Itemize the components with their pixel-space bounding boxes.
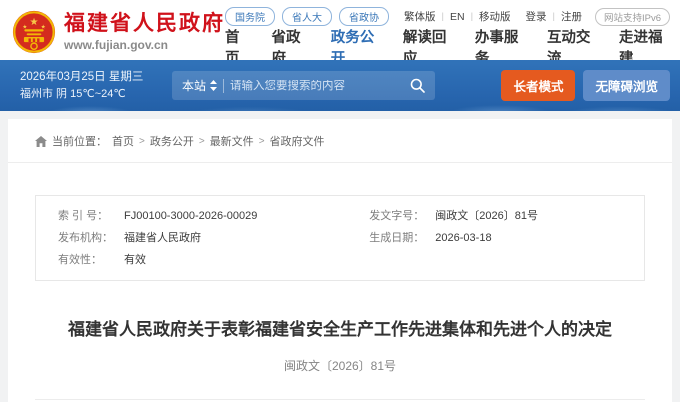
document-number: 闽政文〔2026〕81号 — [8, 357, 672, 374]
current-date: 2026年03月25日 星期三 — [20, 70, 172, 85]
document-meta-table: 索 引 号： FJ00100-3000-2026-00029 发布机构： 福建省… — [35, 195, 645, 281]
search-input[interactable] — [230, 80, 404, 92]
breadcrumb-government-affairs[interactable]: 政务公开 — [150, 133, 194, 149]
utility-bar: 国务院 省人大 省政协 繁体版 | EN | 移动版 登录 | 注册 网站支持I… — [225, 7, 670, 26]
breadcrumb-separator: > — [259, 136, 265, 147]
breadcrumb-separator: > — [139, 136, 145, 147]
content-card: 当前位置： 首页 > 政务公开 > 最新文件 > 省政府文件 索 引 号： FJ… — [8, 119, 672, 402]
svg-text:★: ★ — [29, 17, 38, 28]
link-english[interactable]: EN — [450, 11, 465, 23]
register-link[interactable]: 注册 — [561, 9, 582, 24]
login-link[interactable]: 登录 — [526, 9, 547, 24]
ipv6-badge: 网站支持IPv6 — [595, 8, 670, 26]
divider — [223, 79, 224, 93]
national-emblem-icon: ★ ★ ★ — [12, 10, 56, 54]
breadcrumb-prefix: 当前位置： — [52, 133, 107, 149]
page-title: 福建省人民政府关于表彰福建省安全生产工作先进集体和先进个人的决定 — [48, 318, 632, 342]
elder-mode-button[interactable]: 长者模式 — [501, 70, 575, 101]
site-name: 福建省人民政府 — [64, 12, 225, 36]
search-button[interactable] — [410, 78, 425, 93]
breadcrumb: 当前位置： 首页 > 政务公开 > 最新文件 > 省政府文件 — [8, 119, 672, 162]
divider — [35, 399, 645, 400]
site-logo[interactable]: ★ ★ ★ 福建省人民政府 www.fujian.gov.cn — [12, 0, 225, 60]
breadcrumb-latest-documents[interactable]: 最新文件 — [210, 133, 254, 149]
link-mobile-version[interactable]: 移动版 — [479, 9, 511, 24]
top-banner: 2026年03月25日 星期三 福州市 阴 15℃~24℃ 本站 长者模式 无障… — [0, 60, 680, 111]
divider: | — [442, 11, 444, 22]
divider: | — [553, 11, 555, 22]
divider — [8, 162, 672, 163]
divider: | — [471, 11, 473, 22]
link-traditional-chinese[interactable]: 繁体版 — [404, 9, 436, 24]
link-provincial-congress[interactable]: 省人大 — [282, 7, 332, 26]
search-scope-value: 本站 — [182, 77, 206, 94]
meta-issuing-agency: 发布机构： 福建省人民政府 — [58, 227, 369, 249]
breadcrumb-home[interactable]: 首页 — [112, 133, 134, 149]
link-state-council[interactable]: 国务院 — [225, 7, 275, 26]
weather-info: 福州市 阴 15℃~24℃ — [20, 87, 172, 102]
search-icon — [410, 78, 425, 93]
meta-issue-date: 生成日期： 2026-03-18 — [369, 227, 624, 249]
site-url: www.fujian.gov.cn — [64, 38, 225, 52]
site-search: 本站 — [172, 71, 435, 100]
select-arrows-icon — [210, 80, 217, 91]
link-provincial-cppcc[interactable]: 省政协 — [339, 7, 389, 26]
meta-document-number: 发文字号： 闽政文〔2026〕81号 — [369, 205, 624, 227]
accessibility-button[interactable]: 无障碍浏览 — [583, 70, 670, 101]
breadcrumb-separator: > — [199, 136, 205, 147]
meta-validity: 有效性： 有效 — [58, 249, 369, 271]
meta-index-number: 索 引 号： FJ00100-3000-2026-00029 — [58, 205, 369, 227]
search-scope-select[interactable]: 本站 — [182, 77, 217, 94]
home-icon — [35, 136, 47, 147]
breadcrumb-provincial-documents[interactable]: 省政府文件 — [270, 133, 325, 149]
site-header: ★ ★ ★ 福建省人民政府 www.fujian.gov.cn 国务院 省人大 … — [0, 0, 680, 60]
